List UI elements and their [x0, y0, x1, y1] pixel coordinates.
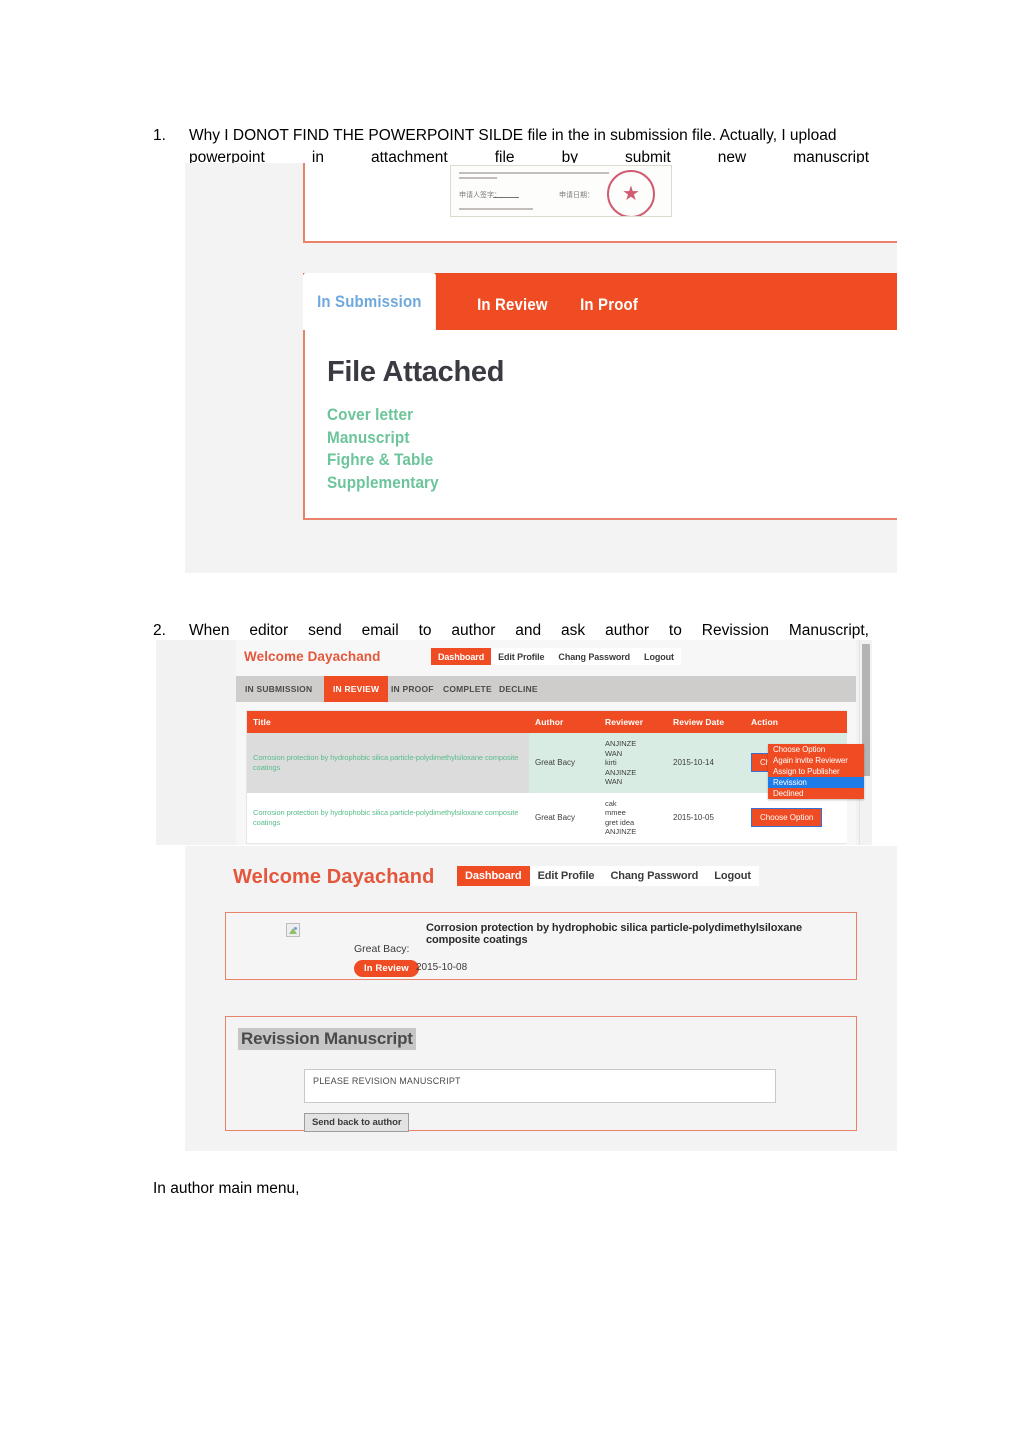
screenshot-in-submission: 申请人签字： 申请日期： In Submission In Review In …	[185, 163, 897, 573]
cell-review-date: 2015-10-05	[667, 792, 745, 843]
manuscript-author: Great Bacy:	[354, 943, 410, 955]
status-tabstrip: IN SUBMISSION IN REVIEW IN PROOF COMPLET…	[236, 676, 856, 702]
cell-action[interactable]: Choose Option	[745, 792, 847, 843]
tab-in-review[interactable]: IN REVIEW	[324, 676, 389, 702]
nav-chang-password[interactable]: Chang Password	[551, 648, 637, 665]
closing-text: In author main menu,	[153, 1180, 300, 1197]
file-link-manuscript[interactable]: Manuscript	[327, 427, 439, 450]
nav-edit-profile[interactable]: Edit Profile	[491, 648, 551, 665]
tab-in-submission-label: In Submission	[317, 291, 422, 311]
nav-dashboard[interactable]: Dashboard	[431, 648, 492, 665]
welcome-heading: Welcome Dayachand	[233, 866, 435, 888]
tab-in-review[interactable]: In Review	[463, 280, 562, 330]
scanned-form-image: 申请人签字： 申请日期：	[450, 165, 672, 217]
screenshot-author-revision: Welcome Dayachand Dashboard Edit Profile…	[185, 846, 897, 1151]
welcome-heading: Welcome Dayachand	[244, 649, 381, 664]
scanned-document-panel: 申请人签字： 申请日期：	[303, 163, 897, 243]
revision-message-textarea[interactable]	[304, 1069, 776, 1103]
screenshot-editor-dashboard: Welcome Dayachand Dashboard Edit Profile…	[156, 640, 872, 845]
manuscript-title: Corrosion protection by hydrophobic sili…	[426, 922, 803, 946]
broken-image-icon	[286, 923, 300, 937]
manuscript-table-wrap: Title Author Reviewer Review Date Action…	[246, 710, 847, 844]
table-row[interactable]: Corrosion protection by hydrophobic sili…	[247, 733, 847, 793]
dropdown-item-declined[interactable]: Declined	[768, 788, 864, 799]
submission-tabbar: In Submission In Review In Proof	[303, 273, 897, 330]
col-reviewer: Reviewer	[599, 711, 667, 733]
col-action: Action	[745, 711, 847, 733]
manuscript-date: 2015-10-08	[416, 962, 468, 973]
tab-in-review-label: In Review	[477, 295, 548, 314]
list-number-2: 2.	[153, 622, 166, 639]
tab-in-submission[interactable]: IN SUBMISSION	[236, 676, 321, 702]
cell-reviewers: cak mmee gret idea ANJINZE	[599, 792, 667, 843]
scan-signature-label: 申请人签字：	[459, 191, 501, 199]
col-author: Author	[529, 711, 599, 733]
tab-decline[interactable]: DECLINE	[490, 676, 547, 702]
file-link-supplementary[interactable]: Supplementary	[327, 472, 439, 495]
vertical-scrollbar[interactable]	[859, 640, 872, 845]
file-attached-heading: File Attached	[327, 356, 505, 388]
list-number-1: 1.	[153, 127, 166, 144]
red-official-seal-icon	[607, 170, 655, 216]
tab-in-proof[interactable]: In Proof	[566, 280, 652, 330]
scan-date-label: 申请日期：	[559, 191, 594, 199]
send-back-to-author-button[interactable]: Send back to author	[304, 1113, 410, 1132]
cell-title[interactable]: Corrosion protection by hydrophobic sili…	[247, 733, 529, 793]
col-review-date: Review Date	[667, 711, 745, 733]
nav-chang-password[interactable]: Chang Password	[602, 866, 706, 886]
nav-logout[interactable]: Logout	[706, 866, 759, 886]
file-attached-panel: File Attached Cover letter Manuscript Fi…	[303, 330, 897, 520]
cell-author: Great Bacy	[529, 733, 599, 793]
cell-review-date: 2015-10-14	[667, 733, 745, 793]
top-nav: Dashboard Edit Profile Chang Password Lo…	[431, 648, 681, 665]
tab-in-proof-label: In Proof	[580, 295, 639, 314]
manuscript-table: Title Author Reviewer Review Date Action…	[247, 711, 847, 843]
editor-dashboard-inner: Welcome Dayachand Dashboard Edit Profile…	[236, 640, 864, 845]
choose-option-select[interactable]: Choose Option	[751, 808, 823, 827]
top-nav: Dashboard Edit Profile Chang Password Lo…	[457, 866, 759, 886]
col-title: Title	[247, 711, 529, 733]
action-dropdown-menu[interactable]: Choose Option Again invite Reviewer Assi…	[768, 744, 864, 799]
cell-author: Great Bacy	[529, 792, 599, 843]
nav-logout[interactable]: Logout	[637, 648, 681, 665]
paragraph-2-line-1: When editor send email to author and ask…	[189, 622, 869, 639]
paragraph-1-line-1: Why I DONOT FIND THE POWERPOINT SILDE fi…	[189, 127, 837, 144]
tab-in-submission[interactable]: In Submission	[303, 273, 436, 330]
file-link-cover-letter[interactable]: Cover letter	[327, 404, 439, 427]
status-badge: In Review	[354, 960, 419, 977]
nav-edit-profile[interactable]: Edit Profile	[530, 866, 603, 886]
dropdown-item-choose-option[interactable]: Choose Option	[768, 744, 864, 755]
attached-file-list: Cover letter Manuscript Fighre & Table S…	[327, 404, 451, 494]
cell-title[interactable]: Corrosion protection by hydrophobic sili…	[247, 792, 529, 843]
nav-dashboard[interactable]: Dashboard	[457, 866, 530, 886]
revision-panel-heading: Revission Manuscript	[238, 1028, 416, 1050]
document-list-item-2: 2. When editor send email to author and …	[153, 620, 869, 642]
dropdown-item-revission[interactable]: Revission	[768, 777, 864, 788]
cell-reviewers: ANJINZE WAN kirti ANJINZE WAN	[599, 733, 667, 793]
table-row[interactable]: Corrosion protection by hydrophobic sili…	[247, 792, 847, 843]
revision-panel: Revission Manuscript Send back to author	[225, 1016, 857, 1132]
table-header-row: Title Author Reviewer Review Date Action	[247, 711, 847, 733]
file-link-fighre-table[interactable]: Fighre & Table	[327, 449, 439, 472]
dropdown-item-assign-to-publisher[interactable]: Assign to Publisher	[768, 766, 864, 777]
dropdown-item-again-invite-reviewer[interactable]: Again invite Reviewer	[768, 755, 864, 766]
manuscript-card[interactable]: Corrosion protection by hydrophobic sili…	[225, 912, 857, 980]
